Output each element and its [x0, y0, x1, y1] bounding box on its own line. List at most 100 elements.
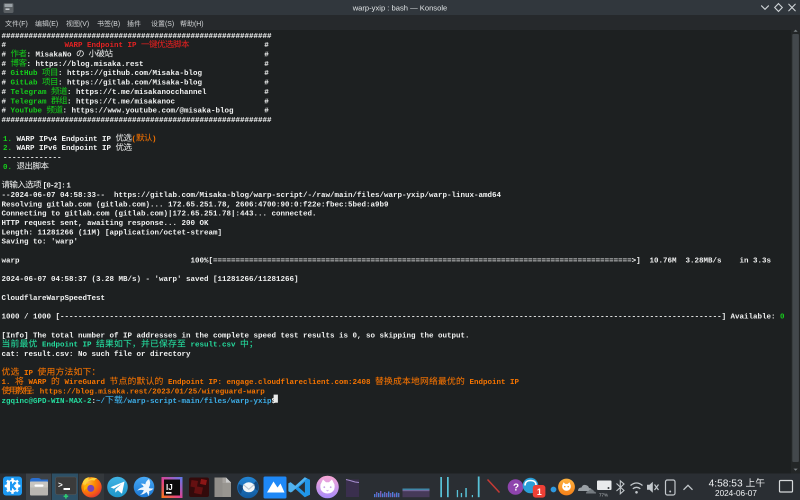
svg-text:Endpoint: Endpoint	[87, 42, 123, 50]
svg-text:#: #	[264, 61, 269, 69]
svg-text:77%: 77%	[599, 493, 608, 498]
svg-text:#: #	[2, 80, 7, 88]
svg-text:(: (	[132, 136, 137, 144]
svg-text:#: #	[2, 108, 7, 116]
svg-text::: :	[63, 108, 68, 116]
svg-text:IP: IP	[24, 370, 34, 378]
svg-text:04:58:33--: 04:58:33--	[60, 192, 105, 200]
svg-text:WARP: WARP	[17, 145, 36, 153]
svg-text:(B): (B)	[111, 21, 120, 28]
svg-text:connected.: connected.	[272, 211, 317, 219]
svg-text:saved: saved	[186, 276, 209, 284]
svg-text:#: #	[2, 42, 7, 50]
svg-text:CloudflareWarpSpeedTest: CloudflareWarpSpeedTest	[2, 295, 106, 303]
svg-text:engage.cloudflareclient.com:24: engage.cloudflareclient.com:2408	[227, 379, 372, 387]
svg-text:(S): (S)	[165, 21, 174, 28]
svg-text:'warp': 'warp'	[155, 276, 182, 284]
svg-text:file: file	[114, 351, 133, 359]
svg-text:[application/octet-stream]: [application/octet-stream]	[105, 229, 222, 237]
svg-text:Length:: Length:	[2, 229, 34, 237]
svg-text:Available:: Available:	[731, 314, 776, 322]
svg-text:IP: IP	[123, 332, 133, 340]
svg-text::: :	[31, 388, 36, 396]
svg-text:No: No	[78, 351, 88, 359]
svg-text:Saving: Saving	[2, 239, 30, 247]
svg-text:IPv4: IPv4	[39, 136, 58, 144]
svg-text:request: request	[24, 220, 56, 228]
svg-text:IP: IP	[83, 342, 93, 350]
svg-text:WARP: WARP	[65, 42, 84, 50]
svg-text:MB/s): MB/s)	[119, 276, 142, 284]
svg-text:sent,: sent,	[60, 220, 83, 228]
svg-text:[0-2]:: [0-2]:	[43, 183, 65, 191]
svg-text:IJ: IJ	[166, 483, 173, 492]
svg-text:#: #	[264, 98, 269, 106]
svg-text:##############################: ########################################…	[2, 33, 273, 41]
svg-text:in: in	[182, 332, 192, 340]
svg-text:results: results	[303, 332, 335, 340]
svg-text:IPv6: IPv6	[39, 145, 58, 153]
svg-text:the: the	[195, 332, 209, 340]
svg-text:result.csv: result.csv	[191, 342, 237, 350]
svg-text:MisakaNo: MisakaNo	[36, 52, 73, 60]
svg-text:to: to	[51, 211, 61, 219]
svg-text:#: #	[264, 108, 269, 116]
svg-text:IP:: IP:	[209, 379, 223, 387]
svg-text:-: -	[146, 276, 151, 284]
svg-text:WireGuard: WireGuard	[65, 379, 106, 387]
svg-text:4:58:53: 4:58:53	[709, 478, 743, 489]
svg-text:https://blog.misaka.rest: https://blog.misaka.rest	[36, 61, 144, 69]
svg-text:IP: IP	[128, 42, 138, 50]
svg-text:HTTP: HTTP	[2, 220, 21, 228]
svg-text:#: #	[264, 80, 269, 88]
svg-text:warp: warp	[2, 257, 21, 265]
svg-text:1000: 1000	[33, 314, 52, 322]
svg-text:https://gitlab.com/Misaka-blog: https://gitlab.com/Misaka-blog	[67, 80, 203, 88]
svg-text:(H): (H)	[194, 21, 204, 28]
svg-text:Resolving: Resolving	[2, 201, 43, 209]
svg-text:3.3s: 3.3s	[753, 257, 772, 265]
svg-text:https://blog.misaka.rest/2023/: https://blog.misaka.rest/2023/01/25/wire…	[40, 388, 266, 396]
svg-text:Endpoint: Endpoint	[62, 136, 98, 144]
svg-text:Connecting: Connecting	[2, 211, 48, 219]
svg-text:(V): (V)	[80, 21, 89, 28]
svg-text::: :	[27, 52, 32, 60]
svg-text:Telegram: Telegram	[11, 89, 48, 97]
svg-text:GitLab: GitLab	[11, 80, 39, 88]
svg-text:?: ?	[513, 483, 519, 494]
svg-text:(3.28: (3.28	[92, 276, 115, 284]
svg-text:The: The	[33, 332, 47, 340]
svg-text:output.: output.	[438, 332, 470, 340]
svg-text:/: /	[24, 314, 29, 322]
svg-text:IP: IP	[510, 379, 520, 387]
svg-text:1.: 1.	[2, 379, 11, 387]
svg-text:gitlab.com: gitlab.com	[65, 211, 111, 219]
svg-text:0: 0	[780, 314, 785, 322]
svg-text::: :	[67, 98, 72, 106]
svg-text::: :	[67, 89, 72, 97]
svg-text:YouTube: YouTube	[11, 108, 43, 116]
svg-text:#: #	[2, 98, 7, 106]
svg-text:(11M): (11M)	[78, 229, 101, 237]
svg-text:addresses: addresses	[137, 332, 178, 340]
svg-text:'warp': 'warp'	[51, 239, 78, 247]
svg-text:warp-yxip : bash — Konsole: warp-yxip : bash — Konsole	[352, 3, 448, 12]
svg-text:to:: to:	[33, 239, 47, 247]
svg-text:>: >	[58, 482, 63, 491]
svg-text:1: 1	[66, 183, 71, 191]
svg-text:~/: ~/	[96, 398, 106, 406]
svg-text:2606:4700:90:0:f22e:fbec:5bed:: 2606:4700:90:0:f22e:fbec:5bed:a9b9	[236, 201, 390, 209]
svg-text:1: 1	[537, 487, 542, 497]
svg-text:#: #	[264, 89, 269, 97]
svg-text:04:58:37: 04:58:37	[51, 276, 87, 284]
svg-text:test: test	[281, 332, 299, 340]
svg-text:IP: IP	[102, 136, 112, 144]
svg-text:WARP: WARP	[29, 379, 48, 387]
svg-text:1.: 1.	[3, 136, 12, 144]
svg-text:[Info]: [Info]	[2, 332, 29, 340]
svg-text:Telegram: Telegram	[11, 98, 48, 106]
svg-text:or: or	[137, 351, 146, 359]
svg-text:https://gitlab.com/Misaka-blog: https://gitlab.com/Misaka-blog/warp-scri…	[114, 192, 502, 200]
svg-text:Endpoint: Endpoint	[168, 379, 204, 387]
svg-text:Endpoint: Endpoint	[42, 342, 78, 350]
